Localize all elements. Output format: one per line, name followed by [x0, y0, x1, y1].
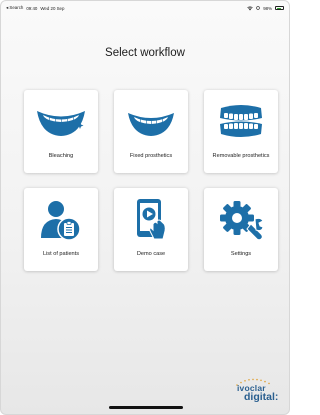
denture-icon	[220, 105, 262, 137]
location-icon	[256, 6, 260, 10]
tile-removable-prosthetics[interactable]: Removable prosthetics	[204, 90, 278, 173]
fixed-prosthetics-icon	[128, 113, 174, 136]
tile-list-of-patients[interactable]: List of patients	[24, 188, 98, 271]
back-to-search-link[interactable]: ◂ Search	[6, 5, 23, 11]
tile-label: List of patients	[42, 251, 80, 257]
battery-icon	[275, 6, 284, 10]
battery-percent: 98%	[263, 5, 272, 11]
home-indicator[interactable]	[109, 406, 183, 409]
tile-label: Demo case	[136, 251, 166, 257]
tile-label: Settings	[230, 251, 252, 257]
tile-settings[interactable]: Settings	[204, 188, 278, 271]
tile-fixed-prosthetics[interactable]: Fixed prosthetics	[114, 90, 188, 173]
page-title: Select workflow	[105, 47, 185, 59]
tile-label: Fixed prosthetics	[129, 153, 173, 159]
tile-demo-case[interactable]: Demo case	[114, 188, 188, 271]
tablet-play-icon	[137, 199, 166, 240]
ivoclar-digital-logo: ivoclar digital:	[227, 376, 287, 406]
logo-text-line2: digital:	[244, 391, 279, 403]
gear-wrench-icon	[220, 201, 264, 241]
status-bar: ◂ Search 09:40 Wed 20 Sep 98%	[1, 3, 289, 13]
patient-list-icon	[41, 201, 81, 241]
bleaching-smile-icon	[37, 111, 85, 136]
tile-label: Removable prosthetics	[212, 153, 270, 159]
app-screen: ◂ Search 09:40 Wed 20 Sep 98% Select wor…	[0, 0, 290, 415]
status-date: Wed 20 Sep	[40, 5, 65, 11]
status-time: 09:40	[26, 5, 38, 11]
tile-label: Bleaching	[48, 153, 74, 159]
wifi-icon	[247, 5, 253, 10]
tile-bleaching[interactable]: Bleaching	[24, 90, 98, 173]
